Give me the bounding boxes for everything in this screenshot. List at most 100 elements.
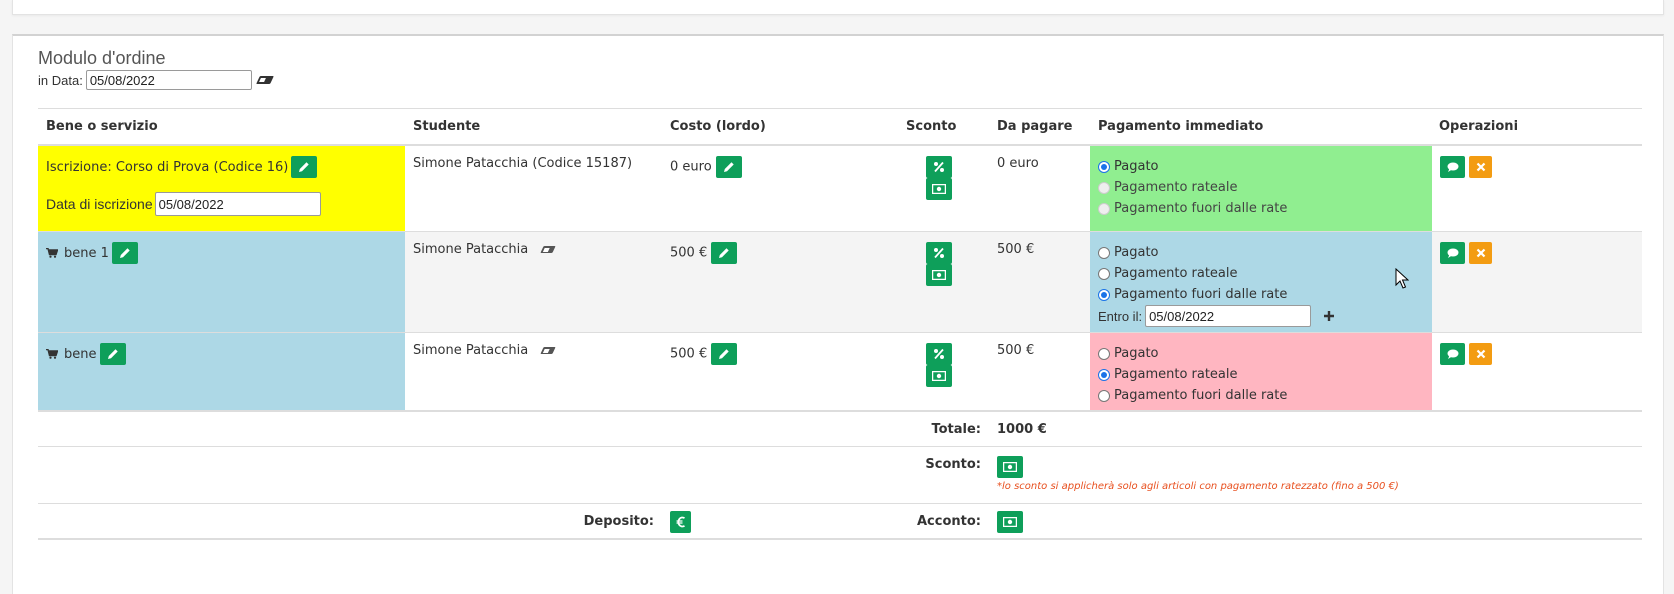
radio-label: Pagamento fuori dalle rate — [1114, 287, 1288, 302]
delete-button[interactable] — [1469, 343, 1493, 365]
edit-cost-button[interactable] — [711, 343, 738, 365]
money-icon — [1003, 462, 1017, 472]
due-cell: 0 euro — [989, 146, 1090, 231]
money-discount-button[interactable] — [926, 365, 952, 387]
enroll-date-input[interactable] — [154, 192, 321, 216]
student-name: Simone Patacchia (Codice 15187) — [413, 156, 633, 171]
eraser-icon[interactable] — [540, 246, 557, 253]
student-cell: Simone Patacchia — [405, 333, 662, 410]
order-table: Bene o servizio Studente Costo (lordo) S… — [38, 108, 1642, 540]
radio-button — [1098, 181, 1110, 194]
item-cell: Iscrizione: Corso di Prova (Codice 16) D… — [38, 146, 405, 231]
money-discount-button[interactable] — [926, 178, 952, 200]
percent-icon — [934, 348, 944, 360]
plus-icon[interactable] — [1323, 310, 1335, 322]
total-row: Totale: 1000 € — [38, 412, 1642, 447]
comment-icon — [1447, 349, 1459, 359]
order-date-input[interactable] — [85, 70, 252, 90]
radio-button[interactable] — [1098, 246, 1110, 259]
discount-cell — [902, 232, 989, 332]
top-panel — [12, 0, 1664, 15]
payment-option-installment[interactable]: Pagamento rateale — [1098, 263, 1424, 284]
percent-icon — [934, 161, 944, 173]
operations-cell — [1432, 146, 1642, 231]
order-date-label: in Data: — [38, 72, 83, 88]
advance-label: Acconto: — [916, 514, 981, 529]
due-value: 500 € — [997, 242, 1035, 257]
edit-item-button[interactable] — [99, 343, 126, 365]
within-date-input[interactable] — [1145, 305, 1312, 327]
radio-button[interactable] — [1098, 160, 1110, 173]
enroll-date-label: Data di iscrizione — [46, 196, 153, 212]
discount-note: *lo sconto si applicherà solo agli artic… — [997, 481, 1399, 492]
pencil-icon — [719, 349, 730, 359]
edit-item-button[interactable] — [111, 242, 138, 264]
pencil-icon — [119, 248, 130, 258]
global-discount-button[interactable] — [997, 456, 1023, 478]
due-cell: 500 € — [989, 232, 1090, 332]
discount-cell — [902, 146, 989, 231]
table-header: Bene o servizio Studente Costo (lordo) S… — [38, 108, 1642, 146]
radio-label: Pagato — [1114, 346, 1159, 361]
header-cost: Costo (lordo) — [670, 119, 766, 134]
edit-cost-button[interactable] — [711, 242, 738, 264]
student-name: Simone Patacchia — [413, 343, 529, 358]
money-icon — [1003, 517, 1017, 527]
comment-button[interactable] — [1440, 242, 1465, 264]
cart-icon — [46, 349, 58, 359]
operations-cell — [1432, 333, 1642, 410]
percent-discount-button[interactable] — [926, 242, 952, 264]
item-name: bene — [64, 346, 97, 362]
radio-button — [1098, 202, 1110, 215]
advance-button[interactable] — [997, 511, 1023, 533]
eraser-icon[interactable] — [540, 347, 557, 354]
deposit-button[interactable] — [670, 511, 691, 533]
payment-option-paid[interactable]: Pagato — [1098, 242, 1424, 263]
payment-option-outside: Pagamento fuori dalle rate — [1098, 198, 1424, 219]
header-payment: Pagamento immediato — [1098, 119, 1264, 134]
item-name: Iscrizione: Corso di Prova (Codice 16) — [46, 159, 289, 175]
pencil-icon — [723, 162, 734, 172]
times-icon — [1476, 349, 1485, 359]
payment-option-installment[interactable]: Pagamento rateale — [1098, 364, 1424, 385]
edit-cost-button[interactable] — [715, 156, 742, 178]
radio-button[interactable] — [1098, 267, 1110, 280]
radio-button[interactable] — [1098, 288, 1110, 301]
payment-option-paid[interactable]: Pagato — [1098, 156, 1424, 177]
discount-cell — [902, 333, 989, 410]
comment-button[interactable] — [1440, 156, 1465, 178]
pencil-icon — [299, 162, 310, 172]
order-date-line: in Data: — [38, 70, 274, 90]
eraser-icon[interactable] — [255, 76, 274, 84]
radio-button[interactable] — [1098, 368, 1110, 381]
payment-option-outside[interactable]: Pagamento fuori dalle rate — [1098, 284, 1424, 305]
money-icon — [932, 270, 946, 280]
payment-cell: Pagato Pagamento rateale Pagamento fuori… — [1090, 146, 1432, 231]
radio-label: Pagamento fuori dalle rate — [1114, 201, 1288, 216]
percent-discount-button[interactable] — [926, 156, 952, 178]
edit-item-button[interactable] — [291, 156, 318, 178]
comment-button[interactable] — [1440, 343, 1465, 365]
item-name: bene 1 — [64, 245, 109, 261]
radio-button[interactable] — [1098, 347, 1110, 360]
cost-cell: 0 euro — [662, 146, 902, 231]
delete-button[interactable] — [1469, 156, 1493, 178]
percent-icon — [934, 247, 944, 259]
payment-option-outside[interactable]: Pagamento fuori dalle rate — [1098, 385, 1424, 406]
money-discount-button[interactable] — [926, 264, 952, 286]
cost-value: 0 euro — [670, 159, 712, 175]
order-form-panel: Modulo d'ordine in Data: Bene o servizio… — [12, 34, 1664, 594]
money-icon — [932, 371, 946, 381]
radio-button[interactable] — [1098, 389, 1110, 402]
delete-button[interactable] — [1469, 242, 1493, 264]
discount-row: Sconto: *lo sconto si applicherà solo ag… — [38, 447, 1642, 504]
radio-label: Pagamento rateale — [1114, 180, 1238, 195]
times-icon — [1476, 248, 1485, 258]
comment-icon — [1447, 248, 1459, 258]
percent-discount-button[interactable] — [926, 343, 952, 365]
due-value: 0 euro — [997, 156, 1039, 171]
payment-option-paid[interactable]: Pagato — [1098, 343, 1424, 364]
cost-value: 500 € — [670, 346, 708, 362]
deposit-label: Deposito: — [583, 514, 654, 529]
payment-cell: Pagato Pagamento rateale Pagamento fuori… — [1090, 232, 1432, 332]
